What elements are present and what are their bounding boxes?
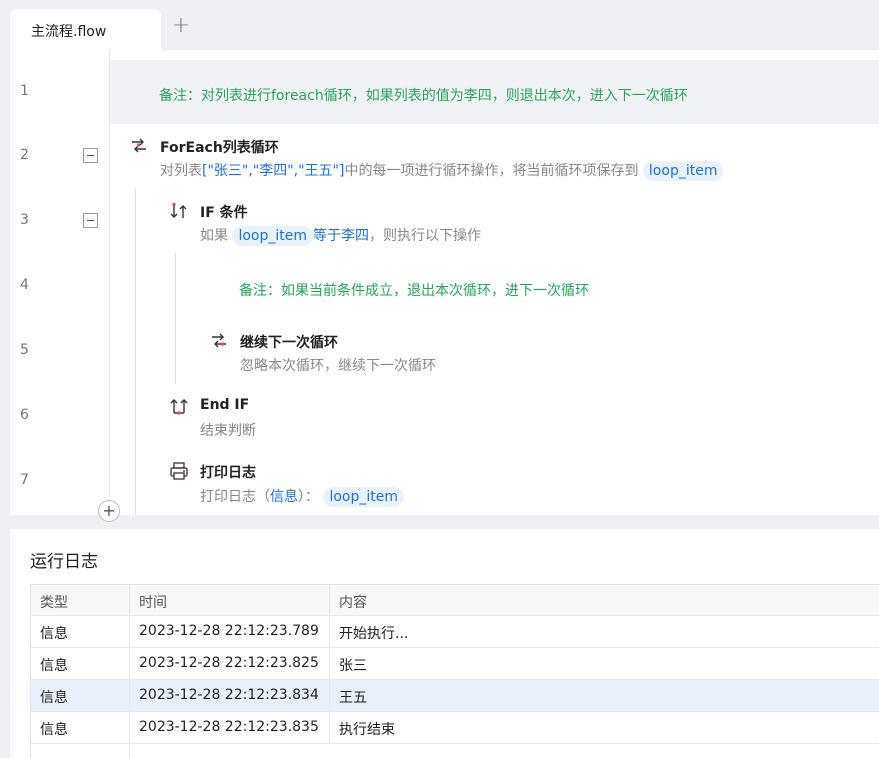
- collapse-if-button[interactable]: [83, 213, 98, 228]
- cell-type: 信息: [31, 680, 130, 711]
- if-branch-icon: [170, 203, 187, 218]
- cell-type: 信息: [31, 712, 130, 743]
- column-header-type[interactable]: 类型: [31, 585, 130, 615]
- if-condition: 等于李四: [313, 228, 369, 244]
- cell-time: 2023-12-28 22:12:23.835: [130, 712, 330, 743]
- foreach-title: ForEach列表循环: [160, 140, 279, 156]
- table-empty-space: [31, 744, 879, 758]
- table-row-selected[interactable]: 信息 2023-12-28 22:12:23.834 王五: [31, 680, 879, 712]
- line-number: 6: [20, 407, 29, 423]
- run-log-panel: 运行日志 类型 时间 内容 信息 2023-12-28 22:12:23.789…: [10, 529, 879, 758]
- line-number: 7: [20, 472, 29, 488]
- cell-type: 信息: [31, 616, 130, 647]
- print-log-description: 打印日志（信息）： loop_item: [200, 486, 404, 507]
- cell-content: 执行结束: [339, 722, 395, 738]
- foreach-desc-mid: 中的每一项进行循环操作，将当前循环项保存到: [344, 163, 639, 179]
- collapse-foreach-button[interactable]: [83, 148, 98, 163]
- end-if-description: 结束判断: [200, 423, 256, 439]
- line-gutter: 1 2 3 4 5 6 7: [10, 50, 110, 515]
- comment-text: 备注：如果当前条件成立，退出本次循环，进下一次循环: [239, 283, 589, 299]
- comment-text: 备注：对列表进行foreach循环，如果列表的值为李四，则退出本次，进入下一次循…: [159, 88, 688, 104]
- end-if-title: End IF: [200, 397, 250, 413]
- tab-main-flow[interactable]: 主流程.flow: [10, 9, 161, 50]
- print-desc-prefix: 打印日志（: [200, 489, 270, 505]
- print-desc-suffix: ）：: [298, 489, 319, 505]
- flow-editor: 1 2 3 4 5 6 7 备注：对列表进行foreach循环，如果列表的值为李…: [10, 50, 879, 522]
- table-row[interactable]: 信息 2023-12-28 22:12:23.835 执行结束: [31, 712, 879, 744]
- foreach-desc-prefix: 对列表: [160, 163, 202, 179]
- cell-time: 2023-12-28 22:12:23.834: [130, 680, 330, 711]
- loop-item-variable-chip[interactable]: loop_item: [232, 226, 313, 246]
- column-header-time[interactable]: 时间: [130, 585, 330, 615]
- cell-content: 张三: [339, 658, 367, 674]
- cell-empty: [31, 744, 130, 758]
- print-log-level: 信息: [270, 489, 298, 505]
- cell-content: 开始执行...: [339, 626, 409, 642]
- if-guide-line: [175, 253, 176, 384]
- continue-loop-icon: [212, 333, 226, 348]
- line-number: 3: [20, 212, 29, 228]
- loop-item-variable-chip[interactable]: loop_item: [323, 487, 404, 507]
- continue-description: 忽略本次循环，继续下一次循环: [240, 358, 436, 374]
- line-number: 5: [20, 342, 29, 358]
- tab-title: 主流程.flow: [31, 24, 107, 40]
- table-row[interactable]: 信息 2023-12-28 22:12:23.789 开始执行...: [31, 616, 879, 648]
- loop-item-variable-chip[interactable]: loop_item: [642, 161, 724, 181]
- if-description: 如果 loop_item 等于李四，则执行以下操作: [200, 225, 481, 246]
- if-title: IF 条件: [200, 205, 248, 221]
- foreach-description: 对列表["张三","李四","王五"]中的每一项进行循环操作，将当前循环项保存到…: [160, 160, 724, 181]
- print-log-title: 打印日志: [200, 465, 256, 481]
- if-desc-suffix: ，则执行以下操作: [369, 228, 481, 244]
- line-number: 2: [20, 147, 29, 163]
- line-number: 1: [20, 83, 29, 99]
- if-desc-prefix: 如果: [200, 228, 228, 244]
- column-header-content[interactable]: 内容: [330, 585, 879, 615]
- printer-icon: [170, 462, 188, 480]
- cell-content: 王五: [339, 690, 367, 706]
- log-table: 类型 时间 内容 信息 2023-12-28 22:12:23.789 开始执行…: [30, 584, 879, 758]
- foreach-guide-line: [135, 188, 136, 515]
- table-header: 类型 时间 内容: [31, 585, 879, 616]
- cell-time: 2023-12-28 22:12:23.825: [130, 648, 330, 679]
- continue-title: 继续下一次循环: [240, 335, 338, 351]
- cell-time: 2023-12-28 22:12:23.789: [130, 616, 330, 647]
- cell-type: 信息: [31, 648, 130, 679]
- add-tab-button[interactable]: +: [170, 15, 192, 37]
- line-number: 4: [20, 277, 29, 293]
- end-if-icon: [170, 399, 188, 415]
- tab-bar: 主流程.flow +: [0, 0, 879, 50]
- add-step-button[interactable]: +: [98, 500, 120, 522]
- foreach-list-value: ["张三","李四","王五"]: [202, 163, 345, 179]
- table-row[interactable]: 信息 2023-12-28 22:12:23.825 张三: [31, 648, 879, 680]
- loop-icon: [132, 138, 146, 153]
- log-title: 运行日志: [30, 552, 98, 572]
